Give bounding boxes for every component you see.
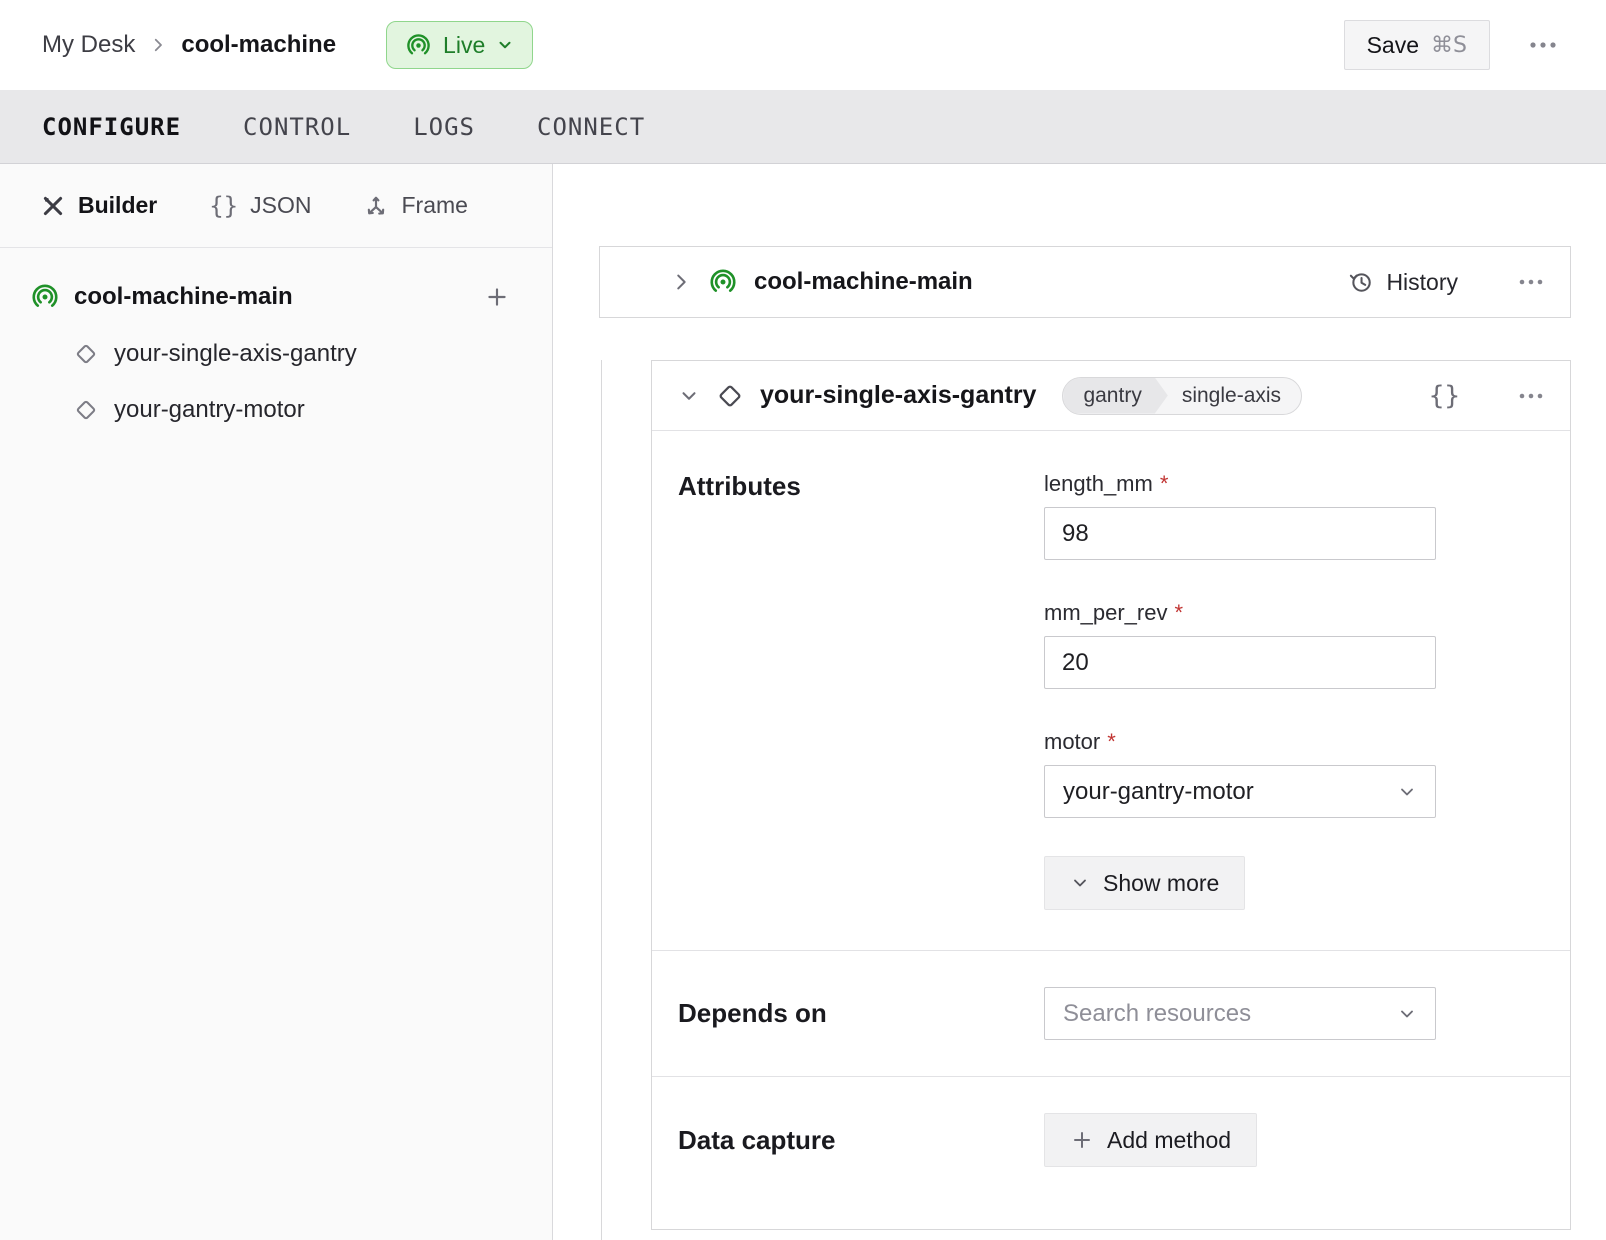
data-capture-section: Data capture Add method [652,1076,1570,1229]
required-marker: * [1174,600,1183,626]
component-title: your-single-axis-gantry [760,381,1036,410]
field-length-mm: length_mm * [1044,471,1436,560]
badge-type-segment: gantry [1063,378,1167,414]
chevron-down-icon [1070,873,1090,893]
save-button[interactable]: Save ⌘S [1344,20,1490,70]
live-status-dropdown[interactable]: Live [386,21,533,69]
mode-tab-json[interactable]: {} JSON [209,192,311,220]
field-motor-label: motor [1044,729,1100,755]
field-length-mm-label-row: length_mm * [1044,471,1436,497]
required-marker: * [1107,729,1116,755]
breadcrumb-chevron-icon [149,36,167,54]
motor-select[interactable]: your-gantry-motor [1044,765,1436,818]
depends-on-placeholder: Search resources [1063,1000,1251,1028]
history-button[interactable]: History [1347,268,1458,296]
tree-item-gantry-label: your-single-axis-gantry [114,340,357,368]
depends-on-heading: Depends on [678,998,1044,1029]
field-motor: motor * your-gantry-motor [1044,729,1436,818]
ellipsis-icon [1528,40,1558,50]
tree-item-machine-part-label: cool-machine-main [74,283,470,311]
config-sidebar: Builder {} JSON Frame [0,164,553,1240]
data-capture-heading: Data capture [678,1125,1044,1156]
chevron-down-icon [1397,1004,1417,1024]
tree-item-gantry[interactable]: your-single-axis-gantry [72,340,510,368]
history-clock-icon [1347,268,1375,296]
tree-item-machine-part[interactable]: cool-machine-main [30,282,510,312]
mode-tab-json-label: JSON [250,192,311,219]
show-more-label: Show more [1103,870,1219,897]
live-broadcast-icon [405,32,432,59]
resource-tree: cool-machine-main your-single-axis-gantr… [0,248,552,424]
add-method-label: Add method [1107,1127,1231,1154]
sidebar-mode-tabs: Builder {} JSON Frame [0,164,552,248]
component-type-badge: gantry single-axis [1062,377,1302,415]
badge-model-segment: single-axis [1168,378,1301,414]
field-motor-label-row: motor * [1044,729,1436,755]
ellipsis-icon [1518,392,1544,400]
component-menu-button[interactable] [1518,392,1544,400]
field-mm-per-rev: mm_per_rev * [1044,600,1436,689]
live-status-label: Live [443,32,485,59]
mm-per-rev-input[interactable] [1044,636,1436,689]
add-method-button[interactable]: Add method [1044,1113,1257,1167]
machine-part-card: cool-machine-main History [599,246,1571,318]
tree-item-motor[interactable]: your-gantry-motor [72,396,510,424]
component-diamond-icon [72,340,100,368]
tab-logs[interactable]: LOGS [413,113,475,141]
depends-on-section: Depends on Search resources [652,950,1570,1076]
tab-connect[interactable]: CONNECT [537,113,645,141]
save-button-label: Save [1367,32,1419,59]
component-card-gantry: your-single-axis-gantry gantry single-ax… [651,360,1571,1230]
depends-on-select[interactable]: Search resources [1044,987,1436,1040]
tab-control[interactable]: CONTROL [243,113,351,141]
breadcrumb-root-link[interactable]: My Desk [42,31,135,59]
component-diamond-icon [714,380,746,412]
required-marker: * [1160,471,1169,497]
component-card-header: your-single-axis-gantry gantry single-ax… [652,361,1570,431]
braces-icon: {} [209,192,238,220]
field-mm-per-rev-label: mm_per_rev [1044,600,1167,626]
breadcrumb-current: cool-machine [181,31,336,59]
machine-part-icon [30,282,60,312]
motor-select-value: your-gantry-motor [1063,778,1254,806]
add-resource-button[interactable] [484,284,510,310]
save-shortcut-hint: ⌘S [1431,33,1467,58]
machine-menu-button[interactable] [1528,40,1558,50]
page-tabbar: CONFIGURE CONTROL LOGS CONNECT [0,90,1606,164]
machine-card-menu-button[interactable] [1518,278,1544,286]
resource-rail: your-single-axis-gantry gantry single-ax… [601,360,1571,1240]
plus-icon [1070,1128,1094,1152]
field-length-mm-label: length_mm [1044,471,1153,497]
edit-json-button[interactable]: {} [1429,381,1460,411]
frame-axes-icon [363,193,389,219]
field-mm-per-rev-label-row: mm_per_rev * [1044,600,1436,626]
workspace: Builder {} JSON Frame [0,164,1606,1240]
length-mm-input[interactable] [1044,507,1436,560]
attributes-heading: Attributes [678,471,1044,910]
chevron-down-icon[interactable] [678,385,700,407]
component-diamond-icon [72,396,100,424]
history-button-label: History [1386,269,1458,296]
chevron-right-icon[interactable] [670,271,692,293]
show-more-button[interactable]: Show more [1044,856,1245,910]
tab-configure[interactable]: CONFIGURE [42,113,181,141]
mode-tab-builder-label: Builder [78,192,157,219]
chevron-down-icon [1397,782,1417,802]
config-main: cool-machine-main History [553,164,1606,1240]
attributes-section: Attributes length_mm * mm_per_rev [652,431,1570,950]
tree-children: your-single-axis-gantry your-gantry-moto… [72,340,510,424]
machine-part-title: cool-machine-main [754,268,973,296]
tools-icon [40,193,66,219]
attributes-fields: length_mm * mm_per_rev * [1044,471,1436,910]
chevron-down-icon [496,36,514,54]
machine-part-icon [708,267,738,297]
ellipsis-icon [1518,278,1544,286]
mode-tab-frame-label: Frame [401,192,467,219]
mode-tab-frame[interactable]: Frame [363,192,467,219]
mode-tab-builder[interactable]: Builder [40,192,157,219]
data-capture-fields: Add method [1044,1113,1436,1167]
tree-item-motor-label: your-gantry-motor [114,396,305,424]
topbar: My Desk cool-machine Live Save ⌘S [0,0,1606,90]
depends-on-fields: Search resources [1044,987,1436,1040]
